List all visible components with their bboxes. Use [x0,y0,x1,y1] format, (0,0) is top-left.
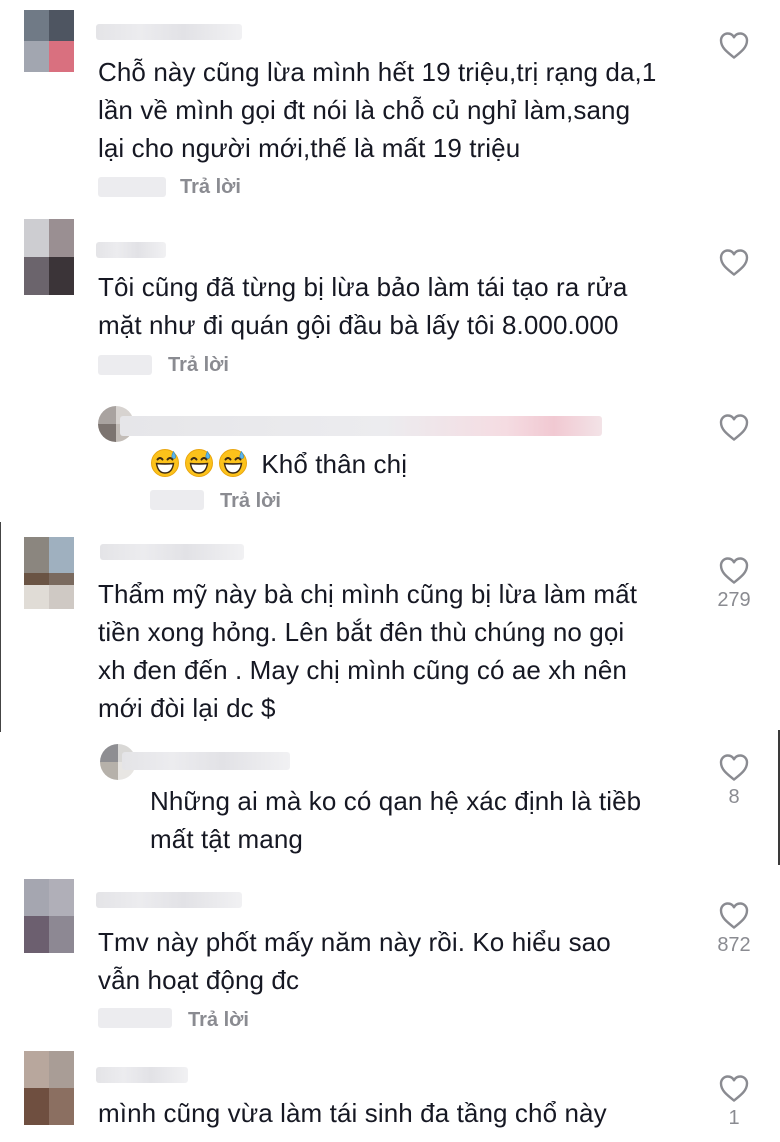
comment-item: Chỗ này cũng lừa mình hết 19 triệu,trị r… [0,0,780,205]
reply-button[interactable]: Trả lời [220,490,281,513]
grinning-sweat-emoji [218,448,248,478]
heart-outline-icon [718,30,750,60]
username-blurred[interactable] [96,24,242,40]
avatar-lower-blur [24,585,74,609]
heart-outline-icon [718,555,750,585]
comment-text: Tôi cũng đã từng bị lừa bảo làm tái tạo … [98,272,628,340]
like-button[interactable] [712,412,756,442]
reply-button[interactable]: Trả lời [168,354,229,377]
like-count: 8 [728,786,740,808]
grinning-sweat-emoji [184,448,214,478]
comment-item: Thẩm mỹ này bà chị mình cũng bị lừa làm … [0,525,780,730]
comment-item: mình cũng vừa làm tái sinh đa tầng chổ n… [0,1045,780,1142]
reply-comment-item: Những ai mà ko có qan hệ xác định là tiề… [0,730,780,865]
like-button[interactable] [712,30,756,60]
comment-item: Tmv này phốt mấy năm này rồi. Ko hiểu sa… [0,865,780,1045]
comment-text: mình cũng vừa làm tái sinh đa tầng chổ n… [98,1098,607,1128]
timestamp-blurred [98,1008,172,1028]
reply-button[interactable]: Trả lời [180,176,241,199]
grinning-sweat-emoji [150,448,180,478]
comment-text: Thẩm mỹ này bà chị mình cũng bị lừa làm … [98,579,638,723]
like-button[interactable]: 8 [712,752,756,809]
comment-text: Những ai mà ko có qan hệ xác định là tiề… [150,786,642,854]
comment-text: Khổ thân chị [150,445,407,483]
comment-text: Chỗ này cũng lừa mình hết 19 triệu,trị r… [98,57,657,163]
comment-item: Tôi cũng đã từng bị lừa bảo làm tái tạo … [0,205,780,390]
reply-button[interactable]: Trả lời [188,1009,249,1032]
comment-text: Tmv này phốt mấy năm này rồi. Ko hiểu sa… [98,927,611,995]
heart-outline-icon [718,247,750,277]
timestamp-blurred [98,355,152,375]
heart-outline-icon [718,412,750,442]
avatar[interactable] [24,1051,74,1125]
username-blurred[interactable] [100,544,244,560]
like-button[interactable]: 872 [712,900,756,957]
heart-outline-icon [718,1073,750,1103]
avatar[interactable] [24,879,74,953]
reply-comment-item: Khổ thân chị Trả lời [0,390,780,525]
timestamp-blurred [98,177,166,197]
like-count: 872 [717,934,751,956]
timestamp-blurred [150,490,204,510]
heart-outline-icon [718,900,750,930]
like-button[interactable]: 1 [712,1073,756,1130]
username-blurred[interactable] [96,1067,188,1083]
like-button[interactable] [712,247,756,277]
avatar[interactable] [24,10,74,72]
heart-outline-icon [718,752,750,782]
like-count: 1 [728,1107,740,1129]
username-blurred[interactable] [122,752,290,770]
like-count: 279 [717,589,751,611]
username-blurred[interactable] [96,892,242,908]
username-blurred[interactable] [96,242,166,258]
avatar[interactable] [24,219,74,295]
username-blurred[interactable] [120,416,602,436]
like-button[interactable]: 279 [712,555,756,612]
